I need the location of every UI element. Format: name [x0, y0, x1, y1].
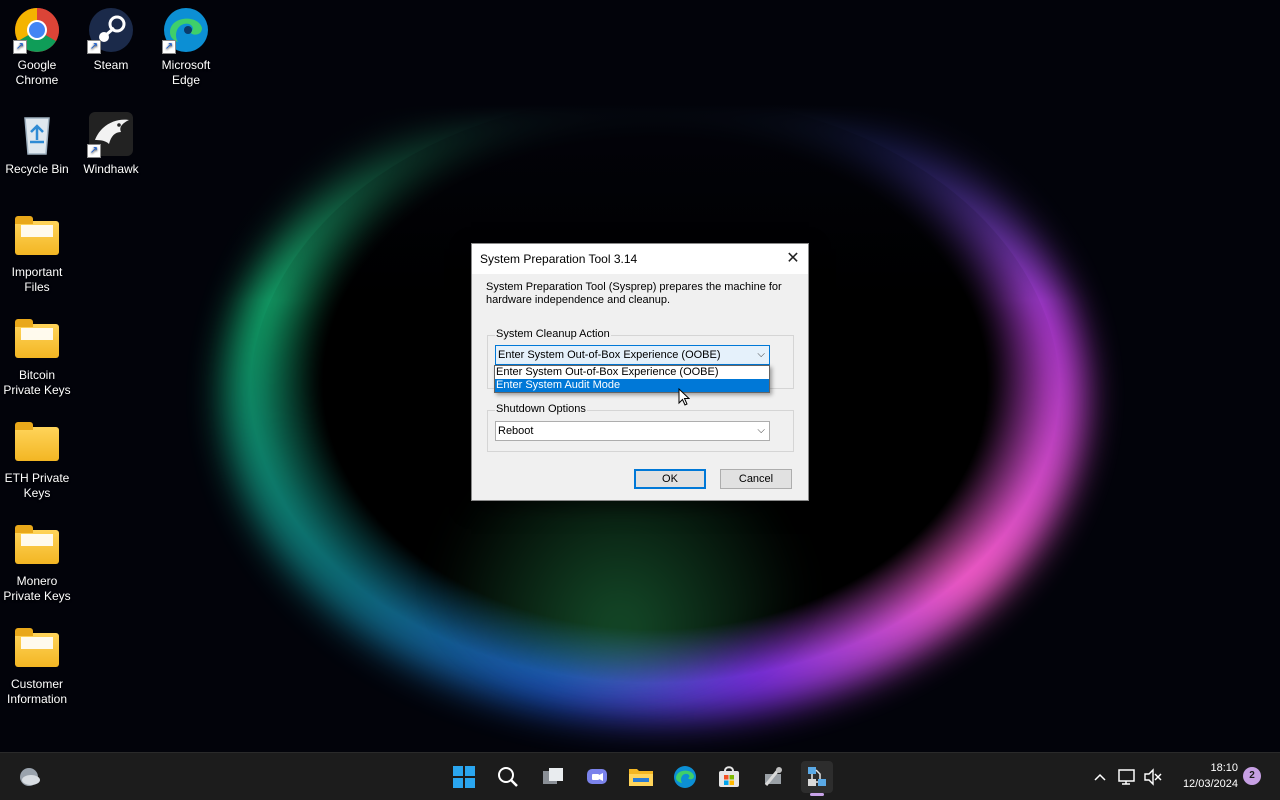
mouse-cursor-icon — [678, 388, 690, 406]
shortcut-arrow-icon: ↗ — [162, 40, 176, 54]
shutdown-options-select[interactable]: Reboot ⌵ — [495, 421, 770, 441]
folder-icon — [13, 316, 61, 364]
dropdown-option-oobe[interactable]: Enter System Out-of-Box Experience (OOBE… — [495, 366, 769, 379]
steam-icon: ↗ — [87, 6, 135, 54]
windhawk-icon: ↗ — [87, 110, 135, 158]
desktop-icon-label: Microsoft Edge — [161, 58, 211, 87]
desktop-icon-google-chrome[interactable]: ↗ Google Chrome — [0, 6, 74, 88]
desktop-icon-important-files[interactable]: Important Files — [0, 213, 74, 295]
desktop-icon-bitcoin-private-keys[interactable]: Bitcoin Private Keys — [0, 316, 74, 398]
desktop-icon-label: Recycle Bin — [5, 162, 69, 176]
shutdown-options-group: Shutdown Options Reboot ⌵ — [487, 403, 794, 452]
clock-time[interactable]: 18:10 — [1170, 762, 1238, 774]
desktop-icon-label: Customer Information — [6, 677, 68, 706]
chrome-icon: ↗ — [13, 6, 61, 54]
desktop-icon-customer-information[interactable]: Customer Information — [0, 625, 74, 707]
desktop-icon-label: Monero Private Keys — [3, 574, 71, 603]
shortcut-arrow-icon: ↗ — [13, 40, 27, 54]
ok-button[interactable]: OK — [634, 469, 706, 489]
desktop-icon-label: Google Chrome — [15, 58, 59, 87]
notification-badge[interactable]: 2 — [1243, 767, 1261, 785]
dropdown-option-audit-mode[interactable]: Enter System Audit Mode — [495, 379, 769, 392]
shortcut-arrow-icon: ↗ — [87, 40, 101, 54]
clock-date[interactable]: 12/03/2024 — [1170, 778, 1238, 790]
dialog-title: System Preparation Tool 3.14 — [480, 252, 638, 266]
taskbar — [0, 752, 1280, 800]
store-icon[interactable] — [713, 761, 745, 793]
desktop-icon-label: Windhawk — [83, 162, 139, 176]
recycle-bin-icon — [13, 110, 61, 158]
cleanup-action-select[interactable]: Enter System Out-of-Box Experience (OOBE… — [495, 345, 770, 365]
desktop-icon-label: ETH Private Keys — [4, 471, 70, 500]
folder-icon — [13, 522, 61, 570]
shutdown-options-label: Shutdown Options — [495, 403, 587, 415]
desktop-icon-microsoft-edge[interactable]: ↗ Microsoft Edge — [149, 6, 223, 88]
task-view-icon[interactable] — [537, 761, 569, 793]
folder-icon — [13, 213, 61, 261]
shortcut-arrow-icon: ↗ — [87, 144, 101, 158]
cancel-button[interactable]: Cancel — [720, 469, 792, 489]
teams-chat-icon[interactable] — [581, 761, 613, 793]
desktop-icon-steam[interactable]: ↗ Steam — [74, 6, 148, 73]
close-icon[interactable]: ✕ — [778, 244, 808, 274]
file-explorer-icon[interactable] — [625, 761, 657, 793]
sysprep-icon[interactable] — [801, 761, 833, 796]
dialog-description: System Preparation Tool (Sysprep) prepar… — [486, 281, 782, 306]
desktop-icon-windhawk[interactable]: ↗ Windhawk — [74, 110, 148, 177]
cleanup-action-dropdown-list: Enter System Out-of-Box Experience (OOBE… — [494, 365, 770, 393]
search-icon[interactable] — [492, 761, 524, 793]
folder-icon — [13, 419, 61, 467]
start-icon[interactable] — [448, 761, 480, 793]
tools-icon[interactable] — [757, 761, 789, 793]
cleanup-action-value: Enter System Out-of-Box Experience (OOBE… — [498, 349, 721, 361]
desktop-icon-recycle-bin[interactable]: Recycle Bin — [0, 110, 74, 177]
dialog-titlebar[interactable]: System Preparation Tool 3.14 ✕ — [472, 244, 808, 274]
desktop-icon-monero-private-keys[interactable]: Monero Private Keys — [0, 522, 74, 604]
chevron-down-icon: ⌵ — [757, 425, 765, 436]
chevron-down-icon: ⌵ — [757, 349, 765, 360]
weather-icon[interactable] — [13, 761, 45, 793]
edge-icon[interactable] — [669, 761, 701, 793]
folder-icon — [13, 625, 61, 673]
desktop-icon-label: Bitcoin Private Keys — [3, 368, 71, 397]
shutdown-options-value: Reboot — [498, 425, 534, 437]
desktop-icon-eth-private-keys[interactable]: ETH Private Keys — [0, 419, 74, 501]
edge-icon: ↗ — [162, 6, 210, 54]
cleanup-action-label: System Cleanup Action — [495, 328, 611, 340]
desktop-icon-label: Steam — [93, 58, 129, 72]
volume-muted-icon[interactable] — [1137, 761, 1169, 793]
desktop-icon-label: Important Files — [11, 265, 63, 294]
